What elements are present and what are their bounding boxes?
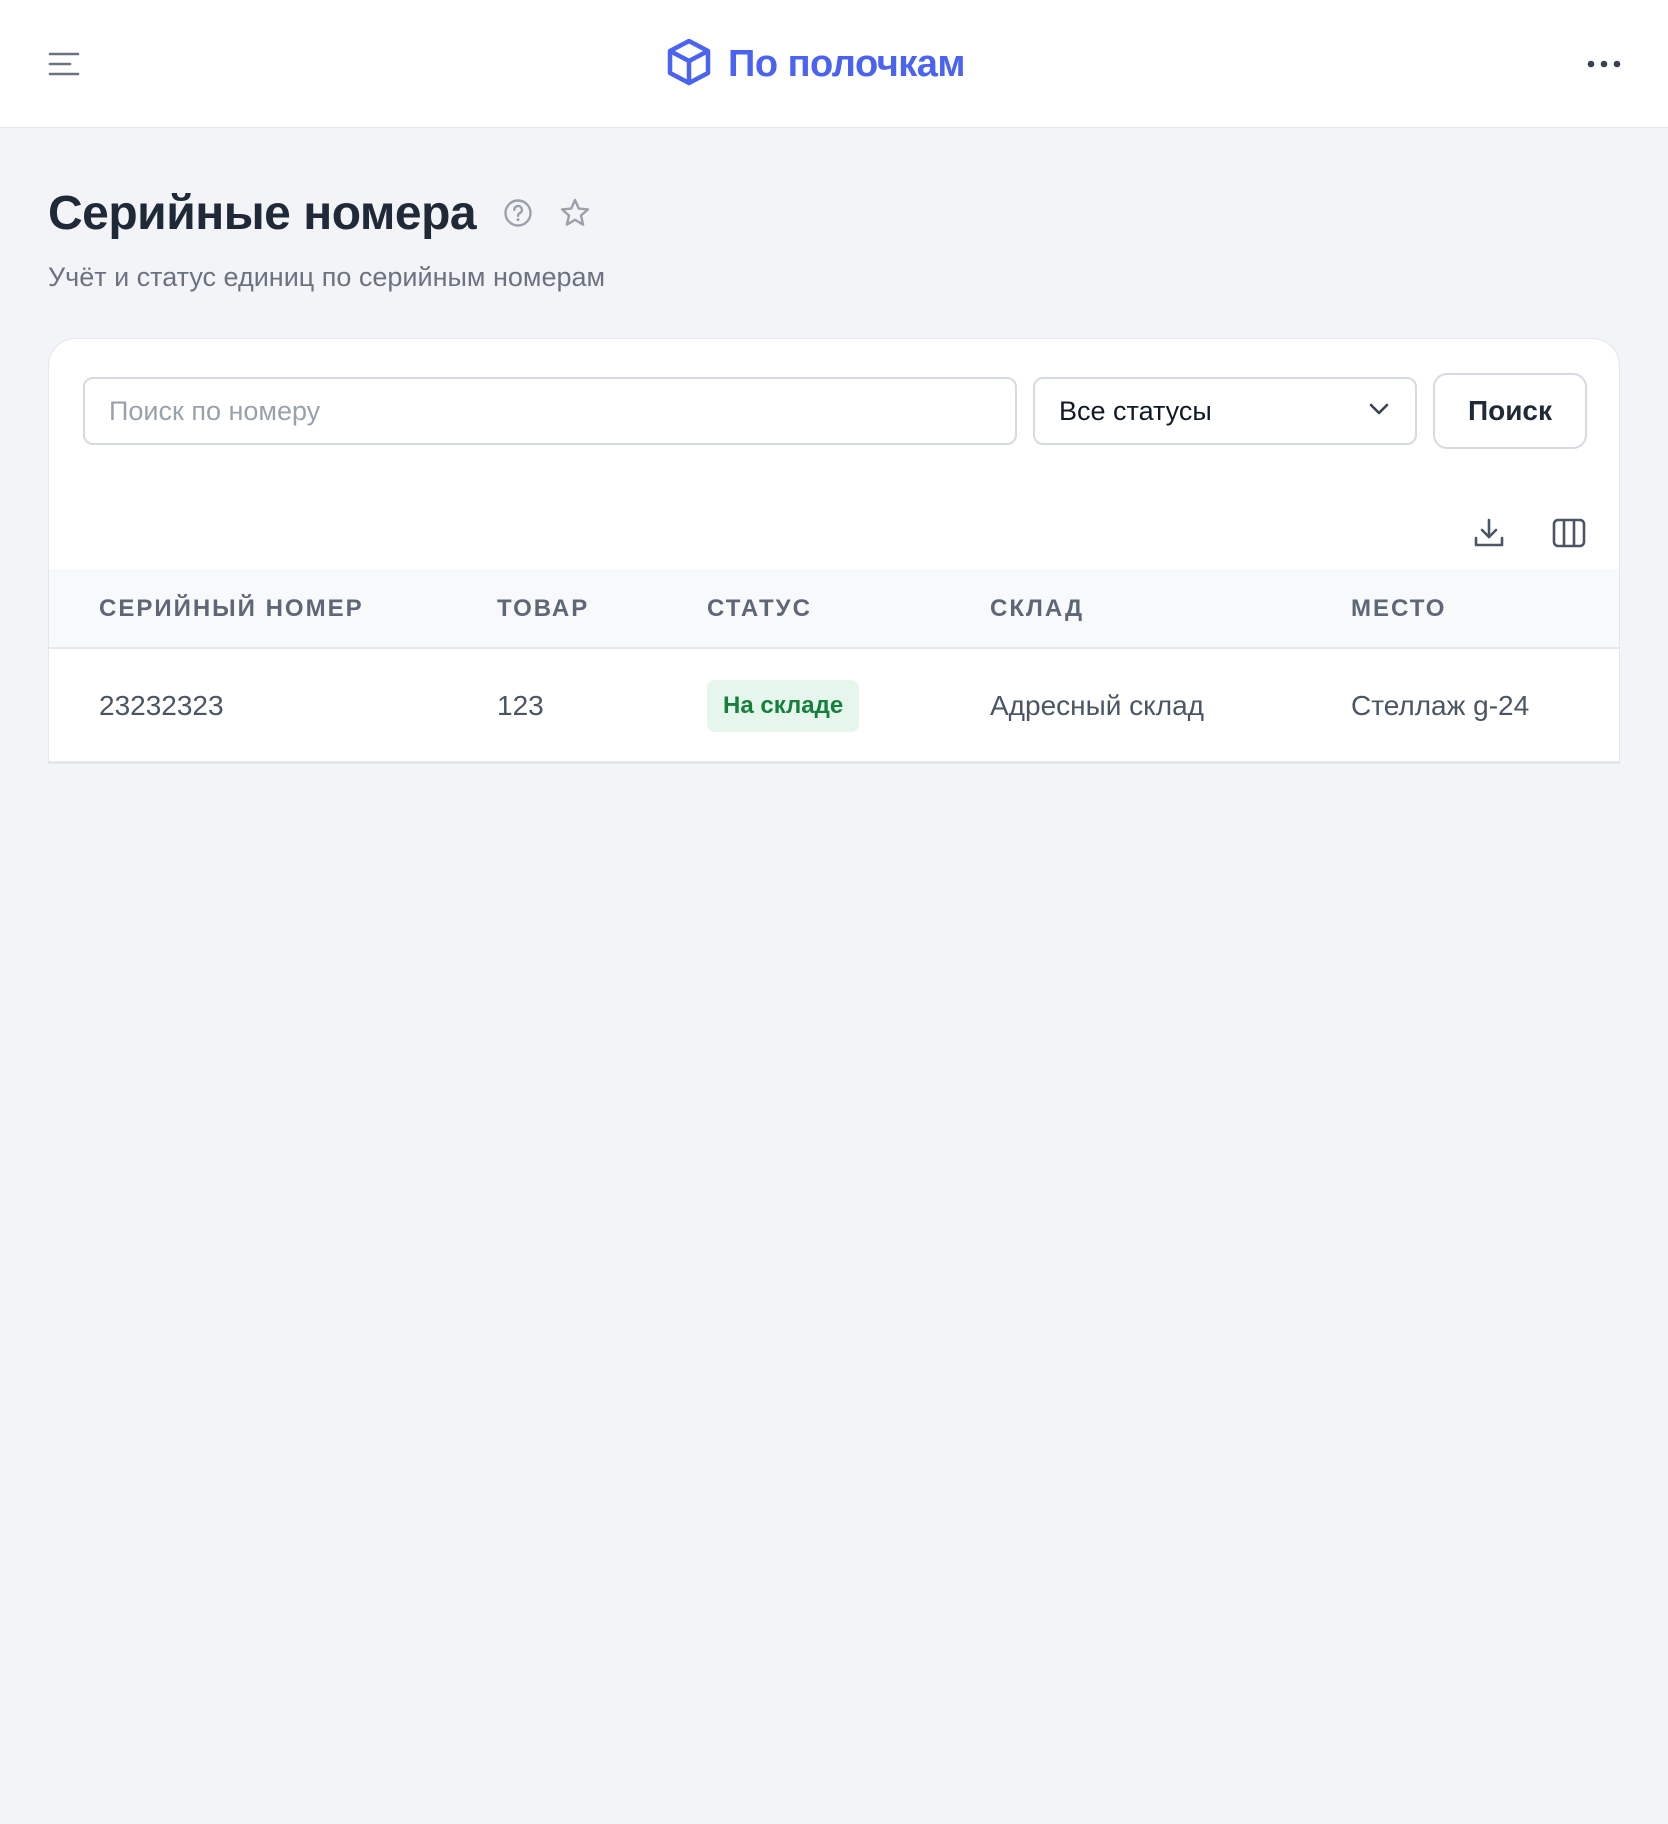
cell-serial: 23232323 (99, 690, 224, 721)
serials-card: Все статусы Поиск СЕРИЙНЫЙ НОМЕР ТОВАР С… (48, 338, 1620, 764)
search-button[interactable]: Поиск (1433, 373, 1587, 449)
page-header: Серийные номера Учёт и статус единиц по … (48, 178, 948, 293)
search-input[interactable] (83, 377, 1017, 445)
hamburger-menu-icon[interactable] (40, 40, 88, 88)
status-badge: На складе (707, 680, 860, 732)
star-outline-icon[interactable] (558, 196, 592, 230)
cell-location: Стеллаж g-24 (1351, 690, 1530, 721)
cell-status: На складе (707, 649, 860, 763)
status-select-value: Все статусы (1059, 395, 1212, 426)
column-header-status[interactable]: СТАТУС (707, 569, 812, 649)
column-header-location[interactable]: МЕСТО (1351, 569, 1446, 649)
cell-warehouse: Адресный склад (990, 690, 1204, 721)
help-circle-icon[interactable] (502, 197, 534, 229)
top-bar: По полочкам (0, 0, 1668, 128)
more-options-icon[interactable] (1580, 40, 1628, 88)
columns-icon[interactable] (1547, 511, 1591, 555)
brand-logo[interactable]: По полочкам (664, 36, 966, 92)
table-header: СЕРИЙНЫЙ НОМЕР ТОВАР СТАТУС СКЛАД МЕСТО (49, 569, 1619, 649)
column-header-serial[interactable]: СЕРИЙНЫЙ НОМЕР (99, 569, 364, 649)
column-header-warehouse[interactable]: СКЛАД (990, 569, 1084, 649)
page-title: Серийные номера (48, 186, 477, 240)
brand-name: По полочкам (728, 42, 966, 85)
page-subtitle: Учёт и статус единиц по серийным номерам (48, 262, 606, 292)
download-icon[interactable] (1467, 511, 1511, 555)
title-row: Серийные номера (48, 178, 948, 248)
cell-product: 123 (497, 690, 544, 721)
cube-icon (664, 37, 714, 92)
chevron-down-icon (1367, 401, 1391, 422)
column-header-product[interactable]: ТОВАР (497, 569, 589, 649)
status-select[interactable]: Все статусы (1033, 377, 1417, 445)
table-row[interactable]: 23232323 123 На складе Адресный склад Ст… (49, 649, 1619, 763)
